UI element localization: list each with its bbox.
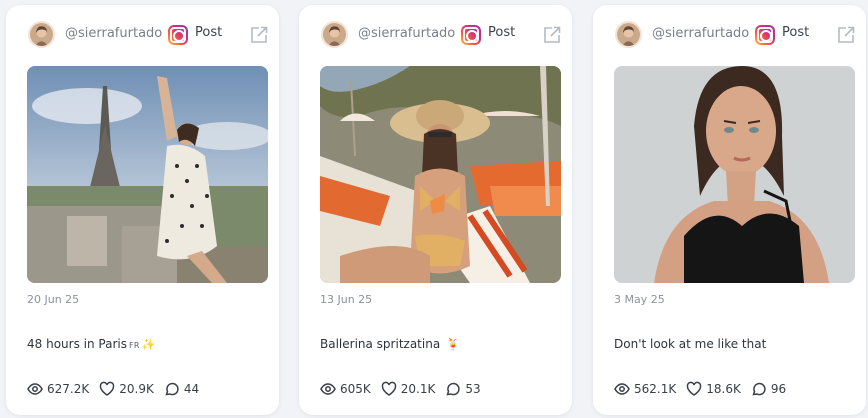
heart-icon: [381, 381, 397, 396]
avatar[interactable]: [321, 21, 348, 48]
post-card[interactable]: @sierrafurtado Post 20 Jun 25 48 hours i…: [6, 5, 279, 415]
avatar[interactable]: [615, 21, 642, 48]
views-stat: 562.1K: [614, 381, 676, 397]
post-card[interactable]: @sierrafurtado Post 3 May 25 Don't look …: [593, 5, 866, 415]
views-count: 605K: [340, 382, 371, 396]
post-type-label: Post: [195, 25, 223, 40]
card-header: @sierrafurtado Post: [6, 21, 279, 51]
username-link[interactable]: @sierrafurtado: [652, 26, 749, 41]
post-date: 3 May 25: [614, 293, 665, 306]
caption-text: Don't look at me like that: [614, 337, 767, 351]
likes-stat: 20.9K: [99, 381, 154, 397]
likes-count: 20.1K: [400, 382, 436, 396]
comments-stat: 96: [751, 381, 786, 397]
comment-icon: [752, 382, 766, 396]
avatar[interactable]: [28, 21, 55, 48]
views-stat: 627.2K: [27, 381, 89, 397]
external-link-icon[interactable]: [543, 26, 561, 44]
cocktail-icon: 🍹: [446, 338, 460, 351]
comments-count: 53: [465, 382, 481, 396]
heart-icon: [686, 381, 702, 396]
post-caption: Don't look at me like that: [614, 337, 766, 351]
likes-stat: 18.6K: [686, 381, 741, 397]
engagement-stats: 627.2K 20.9K 44: [27, 381, 209, 397]
likes-stat: 20.1K: [381, 381, 436, 397]
username-link[interactable]: @sierrafurtado: [358, 26, 455, 41]
post-date: 20 Jun 25: [27, 293, 80, 306]
comments-stat: 53: [445, 381, 481, 397]
post-caption: 48 hours in Paris FR ✨: [27, 337, 155, 351]
instagram-icon: [168, 25, 188, 45]
post-image[interactable]: [27, 66, 268, 283]
eye-icon: [320, 383, 336, 395]
post-date: 13 Jun 25: [320, 293, 373, 306]
views-count: 562.1K: [634, 382, 677, 396]
username-link[interactable]: @sierrafurtado: [65, 26, 162, 41]
instagram-icon: [461, 25, 481, 45]
card-header: @sierrafurtado Post: [593, 21, 866, 51]
comment-icon: [165, 382, 179, 396]
post-card[interactable]: @sierrafurtado Post 13 Jun 25 Ballerina …: [299, 5, 572, 415]
views-count: 627.2K: [47, 382, 90, 396]
sparkles-icon: ✨: [141, 338, 156, 351]
flag-fr-icon: FR: [128, 341, 140, 350]
likes-count: 20.9K: [119, 382, 154, 396]
post-image[interactable]: [614, 66, 855, 283]
post-image[interactable]: [320, 66, 561, 283]
comments-count: 96: [770, 382, 787, 396]
card-header: @sierrafurtado Post: [299, 21, 572, 51]
heart-icon: [99, 381, 115, 396]
external-link-icon[interactable]: [837, 26, 855, 44]
likes-count: 18.6K: [706, 382, 741, 396]
post-type-label: Post: [488, 25, 516, 40]
instagram-icon: [755, 25, 775, 45]
comment-icon: [446, 382, 461, 396]
comments-stat: 44: [164, 381, 199, 397]
eye-icon: [27, 383, 43, 395]
post-type-label: Post: [782, 25, 810, 40]
post-caption: Ballerina spritzatina 🍹: [320, 337, 460, 351]
external-link-icon[interactable]: [250, 26, 268, 44]
views-stat: 605K: [320, 381, 371, 397]
caption-text: 48 hours in Paris: [27, 337, 127, 351]
eye-icon: [614, 383, 630, 395]
engagement-stats: 562.1K 18.6K 96: [614, 381, 796, 397]
engagement-stats: 605K 20.1K 53: [320, 381, 491, 397]
comments-count: 44: [183, 382, 200, 396]
caption-text: Ballerina spritzatina: [320, 337, 441, 351]
